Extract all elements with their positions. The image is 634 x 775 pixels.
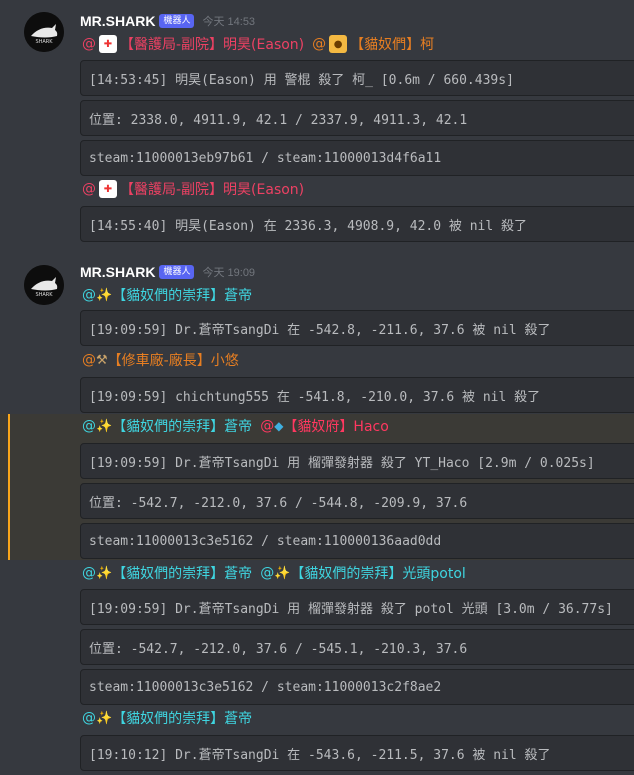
bot-avatar[interactable]: SHARK [24, 265, 64, 305]
bot-avatar[interactable]: SHARK [24, 12, 64, 52]
code-block: steam:11000013c3e5162 / steam:110000136a… [80, 523, 634, 559]
sparkles-icon: ✨ [96, 418, 113, 434]
code-block: 位置: -542.7, -212.0, 37.6 / -544.8, -209.… [80, 483, 634, 519]
author-name[interactable]: MR.SHARK [80, 264, 155, 280]
role-mention[interactable]: @ ✨ 【貓奴們的崇拜】蒼帝 [80, 416, 254, 436]
bot-tag: 機器人 [159, 14, 195, 28]
role-mention[interactable]: @ ✚ 【醫護局-副院】明昊(Eason) [80, 34, 306, 54]
role-mention[interactable]: @ ✨ 【貓奴們的崇拜】蒼帝 [80, 708, 254, 728]
code-block: 位置: -542.7, -212.0, 37.6 / -545.1, -210.… [80, 629, 634, 665]
shark-logo-icon: SHARK [24, 265, 64, 305]
at-sign: @ [82, 710, 96, 726]
code-block: [14:55:40] 明昊(Eason) 在 2336.3, 4908.9, 4… [80, 206, 634, 242]
message-timestamp: 今天 14:53 [202, 16, 256, 28]
code-block: [19:09:59] Dr.蒼帝TsangDi 用 榴彈發射器 殺了 potol… [80, 589, 634, 625]
role-mention[interactable]: @ ⚒ 【修車廠-廠長】小悠 [80, 350, 241, 370]
ambulance-icon: ✚ [99, 35, 117, 53]
svg-text:SHARK: SHARK [35, 39, 53, 45]
diamond-icon: ◆ [274, 419, 284, 433]
cat-icon: ● [329, 35, 348, 53]
code-block: [14:53:45] 明昊(Eason) 用 警棍 殺了 柯_ [0.6m / … [80, 60, 634, 96]
role-mention[interactable]: @ ✨ 【貓奴們的崇拜】蒼帝 [80, 563, 254, 583]
code-block: steam:11000013eb97b61 / steam:11000013d4… [80, 140, 634, 176]
role-name: 【醫護局-副院】明昊(Eason) [120, 37, 305, 53]
bot-tag: 機器人 [159, 265, 195, 279]
at-sign: @ [82, 287, 96, 303]
at-sign: @ [260, 565, 275, 581]
role-mention[interactable]: @ ✨ 【貓奴們的崇拜】光頭potol [258, 563, 468, 583]
at-sign: @ [82, 181, 96, 197]
sparkles-icon: ✨ [274, 565, 291, 581]
code-block: 位置: 2338.0, 4911.9, 42.1 / 2337.9, 4911.… [80, 100, 634, 136]
code-block: [19:09:59] chichtung555 在 -541.8, -210.0… [80, 377, 634, 413]
at-sign: @ [82, 36, 96, 52]
role-name: 【貓奴府】Haco [283, 419, 389, 435]
tools-icon: ⚒ [96, 352, 108, 368]
role-name: 【修車廠-廠長】小悠 [107, 353, 239, 369]
at-sign: @ [260, 418, 275, 434]
code-block: steam:11000013c3e5162 / steam:11000013c2… [80, 669, 634, 705]
role-name: 【貓奴們的崇拜】蒼帝 [112, 711, 253, 727]
role-name: 【貓奴們的崇拜】光頭potol [290, 566, 466, 582]
role-mention[interactable]: @ ✨ 【貓奴們的崇拜】蒼帝 [80, 285, 254, 305]
role-name: 【貓奴們】柯 [350, 37, 435, 53]
at-sign: @ [82, 352, 96, 368]
at-sign: @ [82, 565, 96, 581]
sparkles-icon: ✨ [96, 565, 113, 581]
author-name[interactable]: MR.SHARK [80, 13, 155, 29]
code-block: [19:09:59] Dr.蒼帝TsangDi 在 -542.8, -211.6… [80, 310, 634, 346]
code-block: [19:10:12] Dr.蒼帝TsangDi 在 -543.6, -211.5… [80, 735, 634, 771]
code-block: [19:09:59] Dr.蒼帝TsangDi 用 榴彈發射器 殺了 YT_Ha… [80, 443, 634, 479]
role-mention[interactable]: @ ● 【貓奴們】柯 [310, 34, 436, 54]
role-name: 【貓奴們的崇拜】蒼帝 [112, 419, 253, 435]
sparkles-icon: ✨ [96, 710, 113, 726]
role-name: 【醫護局-副院】明昊(Eason) [120, 182, 305, 198]
sparkles-icon: ✨ [96, 287, 113, 303]
role-mention[interactable]: @ ✚ 【醫護局-副院】明昊(Eason) [80, 179, 306, 199]
shark-logo-icon: SHARK [24, 12, 64, 52]
role-mention[interactable]: @ ◆ 【貓奴府】Haco [258, 416, 391, 436]
message-timestamp: 今天 19:09 [202, 267, 256, 279]
at-sign: @ [82, 418, 96, 434]
at-sign: @ [312, 36, 327, 52]
ambulance-icon: ✚ [99, 180, 117, 198]
role-name: 【貓奴們的崇拜】蒼帝 [112, 288, 253, 304]
svg-text:SHARK: SHARK [35, 292, 53, 298]
role-name: 【貓奴們的崇拜】蒼帝 [112, 566, 253, 582]
